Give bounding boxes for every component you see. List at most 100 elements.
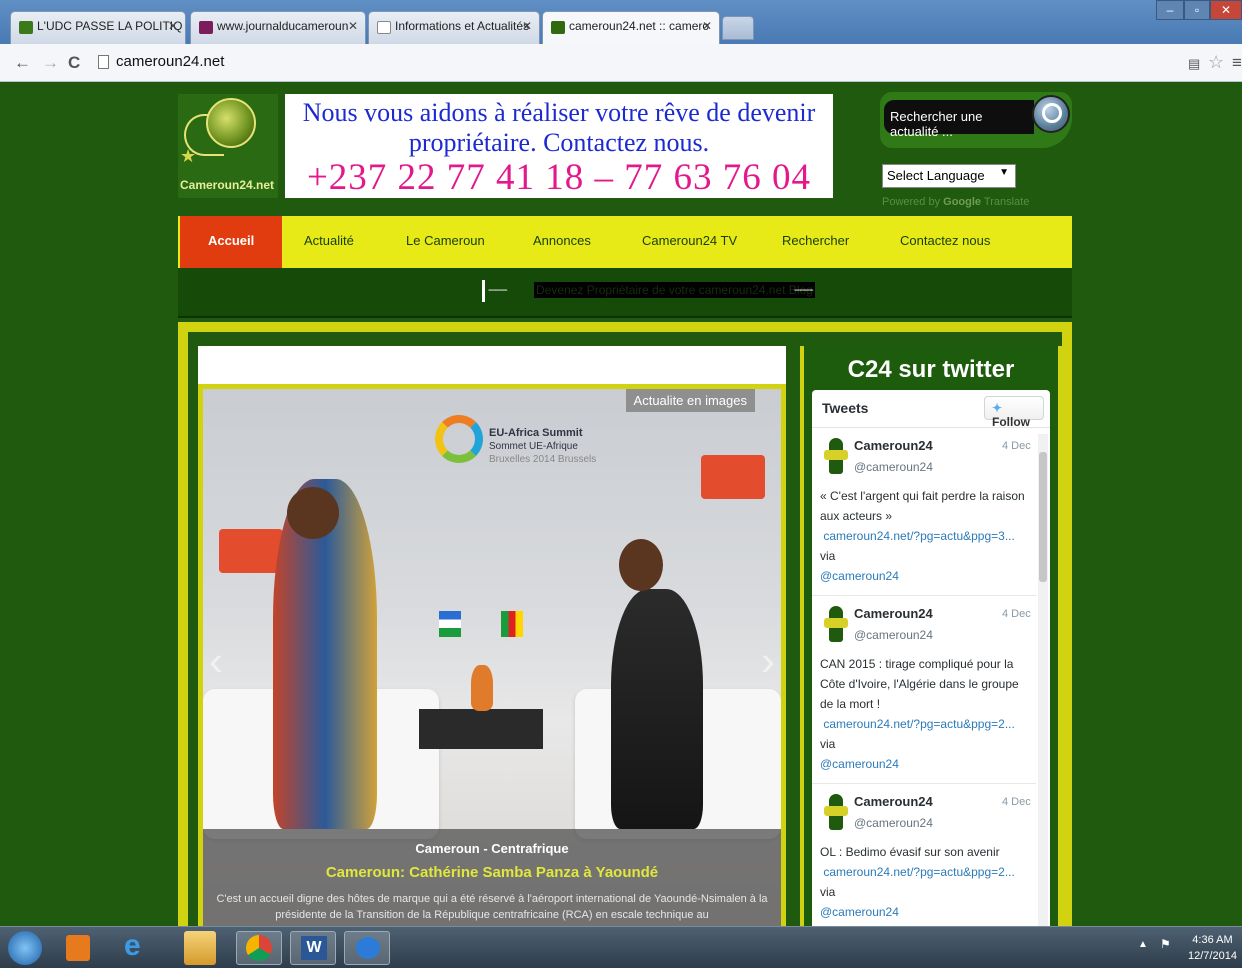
nav-cameroun24-tv[interactable]: Cameroun24 TV: [642, 216, 737, 268]
news-ticker: ------- Devenez Propriétaire de votre ca…: [178, 268, 1072, 318]
tweet[interactable]: Cameroun24 @cameroun24 4 Dec CAN 2015 : …: [812, 596, 1036, 784]
browser-tab-active[interactable]: cameroun24.net :: camero ✕: [542, 11, 720, 44]
ticker-text[interactable]: Devenez Propriétaire de votre cameroun24…: [534, 282, 815, 298]
banner-text: Nous vous aidons à réaliser votre rêve d…: [302, 98, 816, 157]
internet-explorer-icon[interactable]: e: [124, 931, 154, 965]
nav-actualite[interactable]: Actualité: [304, 216, 354, 268]
app-icon: [356, 937, 380, 959]
twitter-section-title: C24 sur twitter: [847, 356, 1015, 383]
word-taskbar-button[interactable]: W: [290, 931, 336, 965]
nav-le-cameroun[interactable]: Le Cameroun: [406, 216, 485, 268]
tweet-via-handle[interactable]: @cameroun24: [820, 905, 899, 919]
tweet-handle[interactable]: @cameroun24: [854, 460, 933, 474]
address-bar[interactable]: cameroun24.net: [96, 50, 1176, 76]
nav-accueil[interactable]: Accueil: [180, 216, 283, 278]
tweets-header: Tweets ✦ Follow: [812, 390, 1050, 429]
site-logo[interactable]: ★ Cameroun24.net: [178, 94, 278, 198]
tweet-via-handle[interactable]: @cameroun24: [820, 569, 899, 583]
tweets-scrollbar[interactable]: [1038, 434, 1048, 926]
follow-button[interactable]: ✦ Follow: [984, 396, 1044, 429]
reload-icon[interactable]: C: [68, 53, 80, 73]
start-button-icon[interactable]: [8, 931, 42, 965]
header-strip: [198, 346, 786, 384]
tweet-handle[interactable]: @cameroun24: [854, 816, 933, 830]
close-window-button[interactable]: ✕: [1210, 0, 1242, 20]
tweet-url[interactable]: cameroun24.net/?pg=actu&ppg=2...: [823, 717, 1014, 731]
tweet-body: OL : Bedimo évasif sur son avenir: [820, 845, 1000, 859]
close-tab-icon[interactable]: ✕: [348, 19, 358, 33]
system-clock[interactable]: 4:36 AM 12/7/2014: [1188, 932, 1237, 964]
flag-icon[interactable]: ⚑: [1160, 937, 1171, 951]
lamp-shade: [701, 455, 765, 499]
nav-annonces[interactable]: Annonces: [533, 216, 591, 268]
clock-date: 12/7/2014: [1188, 950, 1237, 962]
menu-icon[interactable]: ≡: [1232, 53, 1242, 73]
chrome-icon: [246, 935, 272, 961]
chevron-right-icon[interactable]: ›: [761, 637, 775, 685]
tweet[interactable]: Cameroun24 @cameroun24 4 Dec OL : Bedimo…: [812, 784, 1036, 926]
search-input[interactable]: Rechercher une actualité ...: [884, 100, 1034, 139]
tweet-link[interactable]: cameroun24.net/?pg=actu&ppg=3... via @cam…: [820, 529, 1015, 583]
tweet-author[interactable]: Cameroun24: [854, 794, 933, 809]
translate-link[interactable]: Translate: [984, 196, 1029, 208]
slide-caption[interactable]: Cameroun - Centrafrique Cameroun: Cathér…: [203, 829, 781, 926]
logo-name: Cameroun24.net: [180, 178, 275, 192]
tray-expand-icon[interactable]: ▲: [1138, 939, 1148, 950]
image-slider[interactable]: EU-Africa Summit Sommet UE-Afrique Bruxe…: [198, 384, 786, 926]
translate-icon[interactable]: ▤: [1188, 56, 1200, 72]
url-text: cameroun24.net: [116, 53, 225, 70]
summit-text: EU-Africa Summit Sommet UE-Afrique Bruxe…: [489, 427, 596, 466]
minimize-button[interactable]: –: [1156, 0, 1184, 20]
tweet-date[interactable]: 4 Dec: [1002, 796, 1031, 808]
slide-category: Cameroun - Centrafrique: [415, 841, 569, 856]
language-select[interactable]: Select Language ▼: [882, 164, 1016, 188]
nav-contactez-nous[interactable]: Contactez nous: [900, 216, 990, 268]
slide-description: C'est un accueil digne des hôtes de marq…: [216, 893, 768, 921]
follow-label: Follow: [992, 415, 1030, 429]
tab-title: www.journalducameroun: [217, 19, 349, 33]
file-explorer-icon[interactable]: [184, 931, 216, 965]
main-navigation: Accueil Actualité Le Cameroun Annonces C…: [178, 216, 1072, 278]
bookmark-star-icon[interactable]: ☆: [1208, 52, 1224, 73]
browser-tab-1[interactable]: L'UDC PASSE LA POLITIQ ✕: [10, 11, 186, 44]
new-tab-button[interactable]: [722, 16, 754, 40]
summit-line: Sommet UE-Afrique: [489, 441, 578, 452]
tweet-link[interactable]: cameroun24.net/?pg=actu&ppg=2... via @cam…: [820, 865, 1015, 919]
media-player-icon[interactable]: [66, 935, 90, 961]
app-taskbar-button[interactable]: [344, 931, 390, 965]
tweet-handle[interactable]: @cameroun24: [854, 628, 933, 642]
close-tab-icon[interactable]: ✕: [522, 19, 532, 33]
browser-tab-3[interactable]: Informations et Actualités ✕: [368, 11, 540, 44]
search-box: Rechercher une actualité ...: [880, 92, 1072, 148]
close-tab-icon[interactable]: ✕: [702, 19, 712, 33]
globe-icon: [206, 98, 256, 148]
close-tab-icon[interactable]: ✕: [168, 19, 178, 33]
tweet-author[interactable]: Cameroun24: [854, 606, 933, 621]
tweet[interactable]: Cameroun24 @cameroun24 4 Dec « C'est l'a…: [812, 428, 1036, 596]
search-icon[interactable]: [1032, 95, 1070, 133]
browser-tab-2[interactable]: www.journalducameroun ✕: [190, 11, 366, 44]
chevron-left-icon[interactable]: ‹: [209, 637, 223, 685]
tweet-date[interactable]: 4 Dec: [1002, 608, 1031, 620]
tweet-url[interactable]: cameroun24.net/?pg=actu&ppg=3...: [823, 529, 1014, 543]
forward-arrow-icon[interactable]: →: [42, 53, 59, 73]
tab-favicon: [551, 21, 565, 34]
tweet-text: CAN 2015 : tirage compliqué pour la Côte…: [820, 654, 1030, 774]
tweet-url[interactable]: cameroun24.net/?pg=actu&ppg=2...: [823, 865, 1014, 879]
tweet-date[interactable]: 4 Dec: [1002, 440, 1031, 452]
nav-rechercher[interactable]: Rechercher: [782, 216, 849, 268]
tweet-via: via: [820, 737, 836, 751]
tweet-author[interactable]: Cameroun24: [854, 438, 933, 453]
powered-by-label: Powered by: [882, 196, 941, 208]
back-arrow-icon[interactable]: ←: [14, 53, 31, 73]
maximize-button[interactable]: ▫: [1184, 0, 1210, 20]
advertisement-banner[interactable]: Nous vous aidons à réaliser votre rêve d…: [285, 94, 833, 198]
scrollbar-thumb[interactable]: [1039, 452, 1047, 582]
tweet-via: via: [820, 549, 836, 563]
slide-title[interactable]: Cameroun: Cathérine Samba Panza à Yaound…: [203, 856, 781, 881]
chrome-taskbar-button[interactable]: [236, 931, 282, 965]
tweet-link[interactable]: cameroun24.net/?pg=actu&ppg=2... via @cam…: [820, 717, 1015, 771]
tweet-via-handle[interactable]: @cameroun24: [820, 757, 899, 771]
page-icon: [98, 55, 109, 69]
browser-toolbar: ← → C cameroun24.net ▤ ☆ ≡: [0, 44, 1242, 82]
